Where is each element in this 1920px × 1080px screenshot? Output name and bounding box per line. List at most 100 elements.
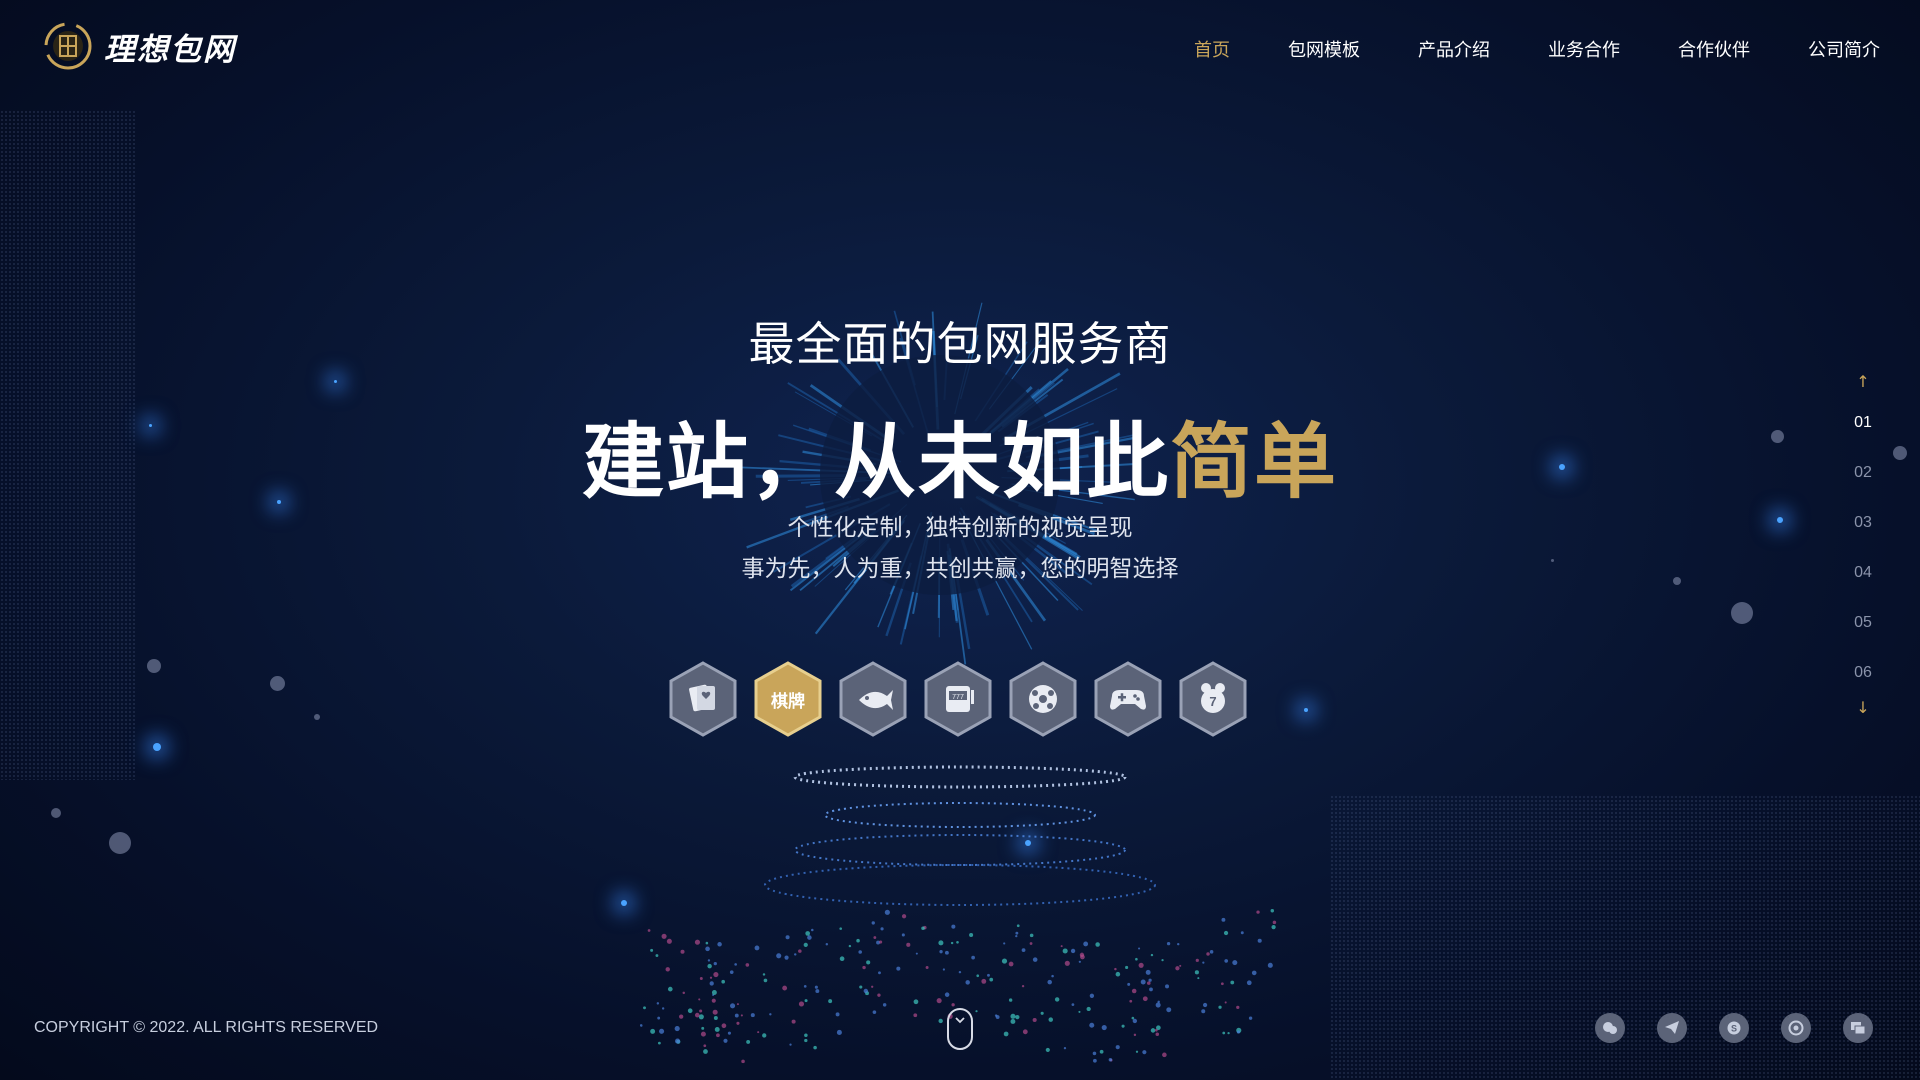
copyright-text: COPYRIGHT © 2022. ALL RIGHTS RESERVED xyxy=(34,1019,379,1036)
wave-particle xyxy=(1099,1049,1104,1054)
wave-particle xyxy=(1175,966,1180,971)
wave-particle xyxy=(835,1012,840,1017)
wave-particle xyxy=(958,970,962,974)
category-lottery-ball[interactable]: 7 xyxy=(1177,660,1249,738)
wave-particle xyxy=(1224,959,1229,963)
wave-particle xyxy=(1060,945,1063,948)
wave-particle xyxy=(814,985,818,989)
wave-particle xyxy=(839,956,845,962)
wave-particle xyxy=(798,949,802,953)
particle xyxy=(333,379,337,383)
hologram-ring xyxy=(793,765,1127,789)
wave-particle xyxy=(791,1019,796,1024)
wave-particle xyxy=(965,980,970,985)
pager-item[interactable]: 02 xyxy=(1848,448,1878,498)
hologram-ring xyxy=(764,864,1156,906)
pager-item[interactable]: 04 xyxy=(1848,548,1878,598)
wave-particle xyxy=(659,1028,665,1034)
wave-particle xyxy=(1142,1050,1147,1055)
wave-particle xyxy=(1248,1016,1253,1020)
nav-item[interactable]: 业务合作 xyxy=(1548,36,1620,62)
wave-particle xyxy=(1138,962,1144,968)
telegram-icon[interactable] xyxy=(1657,1013,1687,1043)
wave-particle xyxy=(828,999,833,1004)
nav-item[interactable]: 公司简介 xyxy=(1808,36,1880,62)
svg-text:S: S xyxy=(1731,1024,1737,1034)
wave-particle xyxy=(944,950,949,955)
wave-particle xyxy=(882,1003,887,1007)
wave-particle xyxy=(942,968,946,971)
wave-particle xyxy=(703,1044,707,1048)
wave-particle xyxy=(1089,993,1095,998)
pager-item[interactable]: 06 xyxy=(1848,648,1878,698)
whatsapp-icon[interactable] xyxy=(1781,1013,1811,1043)
wave-particle xyxy=(1115,971,1121,977)
wave-particle xyxy=(709,981,714,986)
wave-particle xyxy=(1064,960,1070,966)
wave-particle xyxy=(1121,1024,1125,1028)
wave-particle xyxy=(1177,942,1180,946)
wave-particle xyxy=(1201,1009,1206,1014)
brand-logo[interactable]: 理想包网 xyxy=(42,20,236,72)
wave-particle xyxy=(1070,948,1076,954)
wave-particle xyxy=(1166,941,1171,946)
pager-item[interactable]: 03 xyxy=(1848,498,1878,548)
particle xyxy=(147,659,161,673)
nav-item[interactable]: 产品介绍 xyxy=(1418,36,1490,62)
wave-particle xyxy=(1230,980,1235,985)
wave-particle xyxy=(711,990,717,995)
wave-particle xyxy=(709,976,713,979)
category-soccer-ball[interactable] xyxy=(1007,660,1079,738)
pager-item[interactable]: 05 xyxy=(1848,598,1878,648)
nav-item[interactable]: 合作伙伴 xyxy=(1678,36,1750,62)
wave-particle xyxy=(1095,942,1100,947)
arrow-up-icon[interactable]: ↑ xyxy=(1848,372,1878,398)
wave-particle xyxy=(951,924,956,929)
category-slot-machine[interactable]: 777 xyxy=(922,660,994,738)
wave-particle xyxy=(989,977,994,982)
chat-icon[interactable] xyxy=(1843,1013,1873,1043)
wave-particle xyxy=(1127,982,1131,986)
particle xyxy=(153,743,161,751)
wave-particle xyxy=(1062,948,1068,954)
wave-particle xyxy=(862,965,866,970)
section-pager: ↑ 01 02 03 04 05 06 ↓ xyxy=(1848,372,1878,724)
wave-particle xyxy=(815,989,820,994)
wave-particle xyxy=(1021,948,1026,952)
skype-icon[interactable]: S xyxy=(1719,1013,1749,1043)
wave-particle xyxy=(839,927,843,930)
pager-item[interactable]: 01 xyxy=(1848,398,1878,448)
wave-particle xyxy=(734,963,737,966)
wave-particle xyxy=(769,1013,772,1016)
wave-particle xyxy=(1206,952,1210,956)
category-fish[interactable] xyxy=(837,660,909,738)
wave-particle xyxy=(879,940,883,944)
nav-item[interactable]: 首页 xyxy=(1194,36,1230,62)
wave-particle xyxy=(1221,917,1226,922)
particle xyxy=(314,714,320,720)
wechat-icon[interactable] xyxy=(1595,1013,1625,1043)
wave-particle xyxy=(1142,996,1148,1002)
wave-particle xyxy=(1021,984,1025,988)
wave-particle xyxy=(1197,977,1200,980)
nav-item[interactable]: 包网模板 xyxy=(1288,36,1360,62)
category-cards[interactable] xyxy=(667,660,739,738)
wave-particle xyxy=(976,974,980,978)
category-chess-card[interactable]: 棋牌 xyxy=(752,660,824,738)
wave-particle xyxy=(1202,961,1205,964)
wave-particle xyxy=(714,1027,720,1032)
wave-particle xyxy=(1154,1028,1158,1032)
category-gamepad[interactable] xyxy=(1092,660,1164,738)
svg-text:777: 777 xyxy=(952,694,964,701)
wave-particle xyxy=(981,978,987,984)
wave-particle xyxy=(674,1026,680,1032)
mouse-scroll-icon[interactable] xyxy=(947,1008,973,1050)
particle xyxy=(1731,602,1753,624)
wave-particle xyxy=(657,1016,661,1020)
wave-particle xyxy=(727,1031,731,1035)
arrow-down-icon[interactable]: ↓ xyxy=(1848,698,1878,724)
wave-particle xyxy=(880,927,884,931)
wave-particle xyxy=(1022,1029,1028,1035)
wave-particle xyxy=(1155,1002,1161,1008)
particle xyxy=(109,832,131,854)
